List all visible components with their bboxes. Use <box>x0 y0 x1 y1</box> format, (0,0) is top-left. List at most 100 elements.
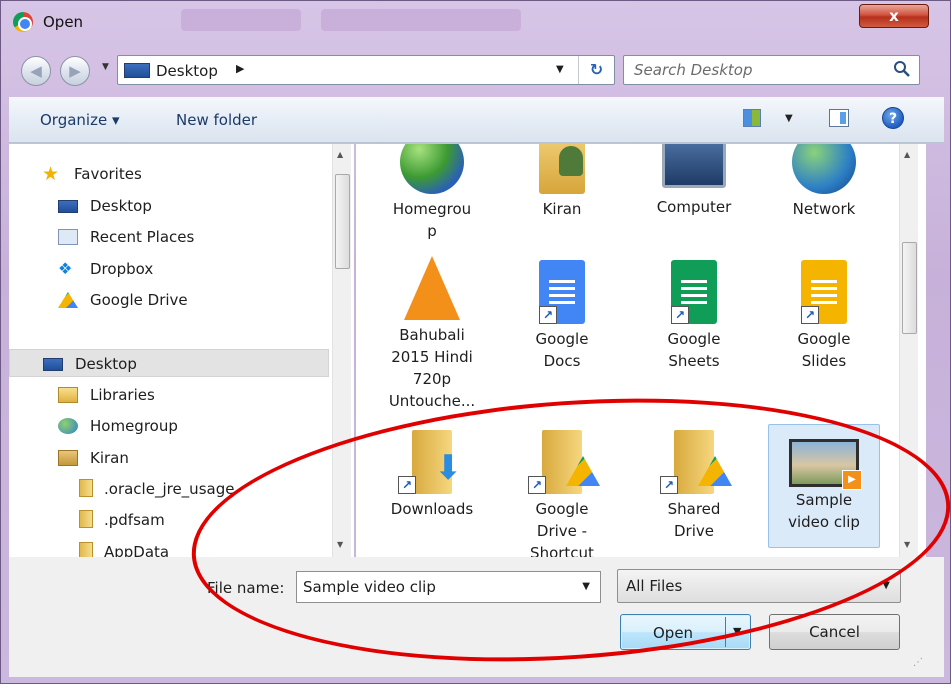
file-name: Google Sheets <box>667 330 721 370</box>
file-item-network[interactable]: Network <box>768 144 880 220</box>
nav-item-kiran[interactable]: Kiran <box>9 444 329 472</box>
file-item-sample-video-clip[interactable]: Sample video clip <box>768 424 880 548</box>
file-name: Shared Drive <box>667 500 721 540</box>
nav-item-label: .oracle_jre_usage <box>104 480 235 498</box>
refresh-icon[interactable]: ↻ <box>578 56 614 84</box>
scroll-down-arrow-icon[interactable]: ▼ <box>337 540 343 549</box>
shortcut-arrow-icon: ↗ <box>671 306 689 324</box>
preview-pane-icon[interactable] <box>829 109 849 127</box>
file-name: Google Docs <box>535 330 589 370</box>
libraries-icon <box>58 387 78 403</box>
star-icon: ★ <box>42 163 60 185</box>
scroll-thumb[interactable] <box>902 242 917 334</box>
nav-item-label: Homegroup <box>90 417 178 435</box>
file-name: Computer <box>656 198 732 216</box>
file-name: Kiran <box>542 200 582 218</box>
forward-arrow-icon[interactable]: ▶ <box>60 56 90 86</box>
file-item-shared-drive[interactable]: ↗ Shared Drive <box>638 430 750 542</box>
nav-item-recent-places[interactable]: Recent Places <box>9 223 329 251</box>
file-item-homegroup[interactable]: Homegrou p <box>376 144 488 242</box>
nav-item-libraries[interactable]: Libraries <box>9 381 329 409</box>
open-dialog: Open x ◀ ▶ ▼ Desktop ▶ ▼ ↻ Search Deskto… <box>0 0 951 684</box>
recent-locations-chevron-icon[interactable]: ▼ <box>102 62 109 72</box>
nav-item-dropbox[interactable]: ❖ Dropbox <box>9 255 329 283</box>
search-placeholder[interactable]: Search Desktop <box>634 61 753 79</box>
address-bar[interactable]: Desktop ▶ ▼ ↻ <box>117 55 615 85</box>
file-list-view: Homegrou p Kiran Computer Network Bahuba… <box>356 144 926 557</box>
nav-item-appdata[interactable]: AppData <box>9 538 329 557</box>
file-name-field[interactable]: Sample video clip ▼ <box>296 571 601 603</box>
background-tab-blur <box>321 9 521 31</box>
split-divider <box>725 617 726 647</box>
shortcut-arrow-icon: ↗ <box>398 476 416 494</box>
resize-grip-icon[interactable]: ⋰ <box>913 657 923 668</box>
chevron-down-icon[interactable]: ▼ <box>582 581 590 592</box>
nav-item-label: Desktop <box>75 355 137 373</box>
file-name-label: File name: <box>207 579 285 597</box>
new-folder-button[interactable]: New folder <box>176 111 257 129</box>
nav-item-pdfsam[interactable]: .pdfsam <box>9 506 329 534</box>
user-folder-icon <box>539 144 585 194</box>
file-item-google-sheets[interactable]: ↗ Google Sheets <box>638 260 750 372</box>
file-item-google-docs[interactable]: ↗ Google Docs <box>506 260 618 372</box>
close-button[interactable]: x <box>859 4 929 28</box>
file-name: Sample video clip <box>788 491 860 531</box>
title-bar: Open x <box>1 1 951 45</box>
back-arrow-icon[interactable]: ◀ <box>21 56 51 86</box>
help-icon[interactable]: ? <box>882 107 904 129</box>
chevron-down-icon[interactable]: ▼ <box>556 64 564 75</box>
file-list-scrollbar[interactable]: ▲ ▼ <box>899 144 918 557</box>
vlc-cone-icon <box>404 256 460 320</box>
file-name: Downloads <box>390 500 474 518</box>
nav-item-oracle-jre-usage[interactable]: .oracle_jre_usage <box>9 475 329 503</box>
shortcut-arrow-icon: ↗ <box>539 306 557 324</box>
open-button-label: Open <box>653 624 694 642</box>
search-icon[interactable] <box>893 60 911 78</box>
open-button[interactable]: Open ▼ <box>620 614 751 650</box>
user-folder-icon <box>58 450 78 466</box>
nav-item-label: Libraries <box>90 386 155 404</box>
nav-item-label: Recent Places <box>90 228 195 246</box>
file-item-google-drive-shortcut[interactable]: ↗ Google Drive - Shortcut <box>506 430 618 557</box>
command-bar: Organize ▾ New folder ▼ ? <box>9 97 944 143</box>
dropbox-icon: ❖ <box>58 259 73 278</box>
file-item-computer[interactable]: Computer <box>638 144 750 218</box>
folder-icon <box>79 542 93 557</box>
nav-item-homegroup[interactable]: Homegroup <box>9 412 329 440</box>
downloads-folder-icon: ↗ <box>398 430 463 494</box>
nav-item-label: .pdfsam <box>104 511 165 529</box>
desktop-icon <box>43 358 63 371</box>
address-location[interactable]: Desktop <box>156 62 218 80</box>
file-item-kiran[interactable]: Kiran <box>506 144 618 220</box>
scroll-down-arrow-icon[interactable]: ▼ <box>904 540 910 549</box>
file-type-select[interactable]: All Files ▼ <box>617 569 901 603</box>
search-input[interactable]: Search Desktop <box>623 55 920 85</box>
file-item-bahubali[interactable]: Bahubali 2015 Hindi 720p Untouche... <box>376 256 488 412</box>
scroll-up-arrow-icon[interactable]: ▲ <box>904 150 910 159</box>
chevron-right-icon[interactable]: ▶ <box>236 62 244 75</box>
nav-item-google-drive[interactable]: Google Drive <box>9 286 329 314</box>
change-view-icon[interactable] <box>743 109 761 127</box>
chevron-down-icon[interactable]: ▼ <box>785 113 793 124</box>
file-item-google-slides[interactable]: ↗ Google Slides <box>768 260 880 372</box>
chevron-down-icon[interactable]: ▼ <box>733 625 741 638</box>
chevron-down-icon[interactable]: ▼ <box>882 580 890 591</box>
nav-favorites[interactable]: ★ Favorites <box>9 160 329 188</box>
scroll-up-arrow-icon[interactable]: ▲ <box>337 150 343 159</box>
nav-scrollbar[interactable]: ▲ ▼ <box>332 144 351 557</box>
nav-item-desktop[interactable]: Desktop <box>9 192 329 220</box>
file-item-downloads[interactable]: ↗ Downloads <box>376 430 488 520</box>
file-name-value[interactable]: Sample video clip <box>303 578 436 596</box>
cancel-button[interactable]: Cancel <box>769 614 900 650</box>
nav-item-desktop-root[interactable]: Desktop <box>9 349 329 377</box>
navigation-pane: ★ Favorites Desktop Recent Places ❖ Drop… <box>9 144 354 557</box>
scroll-thumb[interactable] <box>335 174 350 269</box>
folder-icon <box>79 479 93 497</box>
nav-item-label: AppData <box>104 543 170 557</box>
google-slides-icon: ↗ <box>801 260 847 324</box>
nav-item-label: Google Drive <box>90 291 188 309</box>
file-name: Google Slides <box>797 330 851 370</box>
window-title: Open <box>43 13 84 31</box>
nav-item-label: Favorites <box>74 165 142 183</box>
organize-menu[interactable]: Organize ▾ <box>40 111 120 129</box>
